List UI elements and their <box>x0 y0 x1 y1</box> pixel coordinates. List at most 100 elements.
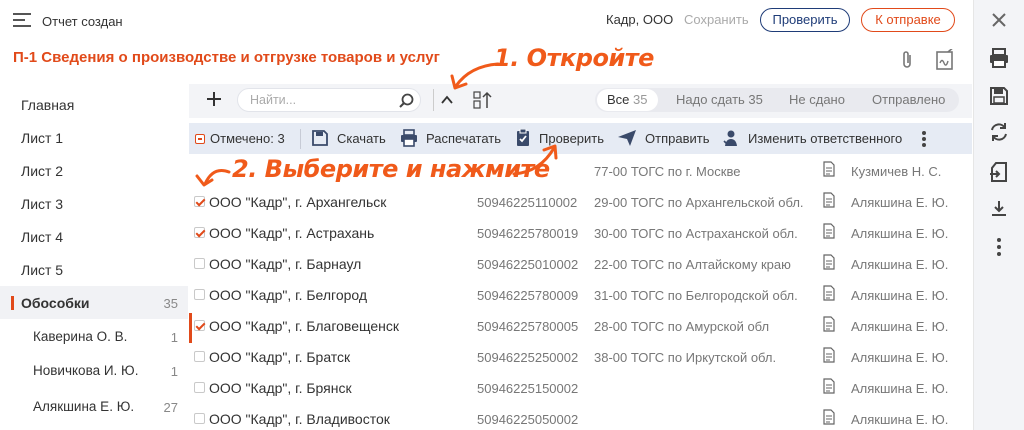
row-checkbox[interactable] <box>194 382 205 393</box>
row-checkbox[interactable] <box>194 351 205 362</box>
document-icon[interactable] <box>823 316 835 332</box>
branch-code: 50946225150002 <box>477 381 579 396</box>
nav-item-sheet-2[interactable]: Лист 2 <box>0 154 188 187</box>
more-vertical-icon[interactable] <box>921 130 927 148</box>
organization-name[interactable]: Кадр, ООО <box>606 12 673 27</box>
nav-item-count: 1 <box>170 364 178 379</box>
add-icon[interactable] <box>204 89 224 109</box>
download-icon[interactable] <box>988 198 1010 220</box>
nav-item-main[interactable]: Главная <box>0 88 188 121</box>
document-icon[interactable] <box>823 254 835 270</box>
save-icon[interactable] <box>988 85 1010 107</box>
document-icon[interactable] <box>823 409 835 425</box>
download-icon[interactable] <box>310 129 330 147</box>
document-icon[interactable] <box>823 285 835 301</box>
responsible-person[interactable]: Алякшина Е. Ю. <box>851 257 948 272</box>
responsible-person[interactable]: Кузмичев Н. С. <box>851 164 941 179</box>
refresh-icon[interactable] <box>988 121 1010 143</box>
print-button[interactable]: Распечатать <box>426 131 501 146</box>
branch-name[interactable]: ООО "Кадр", г. Астрахань <box>209 225 374 241</box>
nav-item-alyakshina[interactable]: Алякшина Е. Ю. 27 <box>0 390 188 423</box>
responsible-person[interactable]: Алякшина Е. Ю. <box>851 288 948 303</box>
responsible-person[interactable]: Алякшина Е. Ю. <box>851 350 948 365</box>
branch-name[interactable]: ООО "Кадр", г. Архангельск <box>209 194 386 210</box>
row-checkbox[interactable] <box>194 227 205 238</box>
close-icon[interactable] <box>988 9 1010 31</box>
branch-name[interactable]: ООО "Кадр", г. Брянск <box>209 380 352 396</box>
responsible-person[interactable]: Алякшина Е. Ю. <box>851 319 948 334</box>
nav-item-label: Лист 3 <box>21 196 64 212</box>
status-filter-group: Все 35 Надо сдать 35 Не сдано Отправлено <box>595 88 959 112</box>
table-row[interactable]: ООО "Кадр", г. Владивосток 50946225050002… <box>189 404 972 430</box>
responsible-person[interactable]: Алякшина Е. Ю. <box>851 226 948 241</box>
send-selected-button[interactable]: Отправить <box>645 131 709 146</box>
table-row[interactable]: ООО "Кадр", г. Архангельск 50946225110002… <box>189 187 972 218</box>
nav-item-sheet-3[interactable]: Лист 3 <box>0 187 188 220</box>
table-row[interactable]: ООО "Кадр", г. Братск 50946225250002 38-00… <box>189 342 972 373</box>
table-row[interactable]: ООО "Кадр", г. Благовещенск 5094622578000… <box>189 311 972 343</box>
row-checkbox[interactable] <box>194 258 205 269</box>
statistics-office: 38-00 ТОГС по Иркутской обл. <box>594 350 777 365</box>
row-checkbox[interactable] <box>194 413 205 424</box>
nav-item-count: 35 <box>163 296 178 311</box>
table-row[interactable]: ООО "Кадр", г. Астрахань 50946225780019 30… <box>189 218 972 249</box>
document-icon[interactable] <box>823 378 835 394</box>
search-box[interactable] <box>237 88 421 112</box>
branch-name[interactable]: ООО "Кадр", г. Братск <box>209 349 350 365</box>
row-marker <box>189 313 192 343</box>
branch-name[interactable]: ООО "Кадр", г. Белгород <box>209 287 367 303</box>
save-button[interactable]: Сохранить <box>684 12 749 27</box>
signature-icon[interactable] <box>934 45 956 71</box>
responsible-person[interactable]: Алякшина Е. Ю. <box>851 195 948 210</box>
branch-name[interactable]: ООО "Кадр", г. Благовещенск <box>209 318 399 334</box>
check-button[interactable]: Проверить <box>760 8 850 32</box>
filter-sent[interactable]: Отправлено <box>872 92 945 107</box>
search-input[interactable] <box>250 92 390 108</box>
send-button[interactable]: К отправке <box>861 8 955 32</box>
menu-icon[interactable] <box>13 12 33 30</box>
branch-code: 50946225780019 <box>477 226 579 241</box>
print-icon[interactable] <box>988 47 1010 69</box>
branch-code: 50946225780005 <box>477 319 579 334</box>
filter-to-submit[interactable]: Надо сдать 35 <box>676 92 763 107</box>
nav-item-sheet-4[interactable]: Лист 4 <box>0 220 188 253</box>
nav-item-label: Алякшина Е. Ю. <box>33 399 135 414</box>
send-icon[interactable] <box>617 129 637 147</box>
branch-name[interactable]: ООО "Кадр", г. Барнаул <box>209 256 361 272</box>
more-vertical-icon[interactable] <box>988 236 1010 258</box>
nav-item-sheet-5[interactable]: Лист 5 <box>0 253 188 286</box>
filter-all[interactable]: Все 35 <box>597 89 658 111</box>
responsible-person[interactable]: Алякшина Е. Ю. <box>851 381 948 396</box>
deselect-all-checkbox[interactable] <box>195 134 205 144</box>
branch-name[interactable]: ООО "Кадр", г. Владивосток <box>209 411 390 427</box>
nav-item-novichkova[interactable]: Новичкова И. Ю. 1 <box>0 354 188 387</box>
row-checkbox[interactable] <box>194 320 205 331</box>
document-icon[interactable] <box>823 161 835 177</box>
nav-item-label: Лист 1 <box>21 130 64 146</box>
annotation-arrow-1 <box>450 62 500 90</box>
table-row[interactable]: ООО "Кадр", г. Барнаул 50946225010002 22-0… <box>189 249 972 280</box>
change-responsible-button[interactable]: Изменить ответственного <box>748 131 902 146</box>
nav-item-branches[interactable]: Обособки 35 <box>0 286 188 319</box>
table-row[interactable]: ООО "Кадр", г. Белгород 50946225780009 31-… <box>189 280 972 311</box>
document-icon[interactable] <box>823 347 835 363</box>
filter-not-submitted[interactable]: Не сдано <box>789 92 845 107</box>
row-checkbox[interactable] <box>194 289 205 300</box>
nav-item-sheet-1[interactable]: Лист 1 <box>0 121 188 154</box>
user-change-icon[interactable] <box>722 129 742 147</box>
download-button[interactable]: Скачать <box>337 131 386 146</box>
document-icon[interactable] <box>823 223 835 239</box>
selected-count: Отмечено: 3 <box>210 131 285 146</box>
list-toolbar: Все 35 Надо сдать 35 Не сдано Отправлено <box>189 84 972 118</box>
row-checkbox[interactable] <box>194 196 205 207</box>
search-icon[interactable] <box>398 92 416 110</box>
responsible-person[interactable]: Алякшина Е. Ю. <box>851 412 948 427</box>
nav-item-kaverina[interactable]: Каверина О. В. 1 <box>0 320 188 353</box>
attachment-icon[interactable] <box>896 49 918 71</box>
table-row[interactable]: ООО "Кадр", г. Брянск 50946225150002 Алякш… <box>189 373 972 404</box>
export-document-icon[interactable] <box>988 161 1010 183</box>
nav-item-label: Главная <box>21 97 75 113</box>
annotation-step-2: 2. Выберите и нажмите <box>232 155 550 183</box>
document-icon[interactable] <box>823 192 835 208</box>
print-icon[interactable] <box>399 129 419 147</box>
